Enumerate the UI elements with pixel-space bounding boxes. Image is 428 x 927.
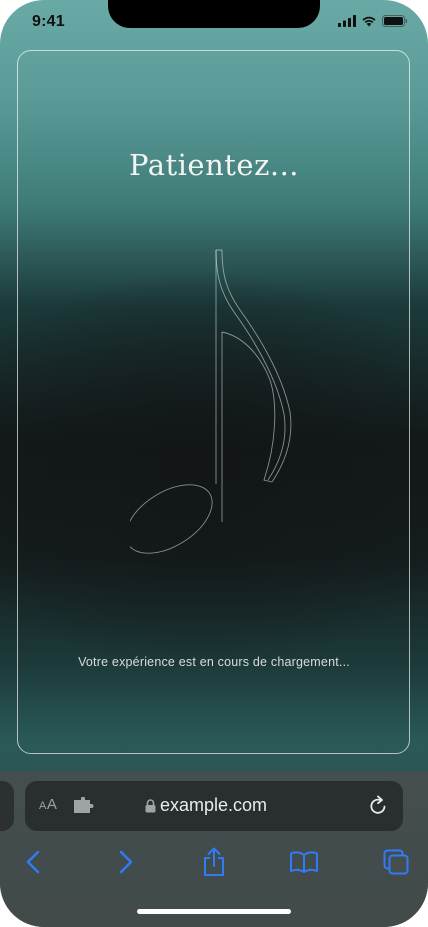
forward-icon — [119, 850, 133, 874]
signal-icon — [338, 15, 356, 27]
extension-icon[interactable] — [73, 797, 95, 815]
battery-icon — [382, 15, 408, 27]
share-icon — [204, 847, 224, 876]
phone-screen: 9:41 Patientez... Votre expérience est e… — [0, 0, 428, 927]
url-field[interactable]: example.com — [145, 795, 267, 816]
url-text: example.com — [160, 795, 268, 815]
back-button[interactable] — [18, 847, 48, 877]
status-time: 9:41 — [32, 13, 65, 30]
share-button[interactable] — [199, 847, 229, 877]
previous-tab-preview[interactable] — [0, 781, 14, 831]
forward-button[interactable] — [111, 847, 141, 877]
browser-toolbar: AA example.com — [0, 771, 428, 927]
back-icon — [26, 850, 40, 874]
status-icons — [338, 15, 408, 27]
music-note-icon — [130, 249, 292, 554]
tabs-button[interactable] — [381, 847, 411, 877]
home-indicator[interactable] — [137, 909, 291, 914]
wifi-icon — [362, 16, 376, 27]
loading-message: Votre expérience est en cours de chargem… — [78, 655, 350, 669]
bookmarks-button[interactable] — [289, 847, 319, 877]
lock-icon — [145, 798, 156, 812]
address-bar[interactable]: AA example.com — [25, 781, 403, 831]
status-bar: 9:41 — [0, 0, 428, 44]
text-size-button[interactable]: AA — [39, 796, 57, 813]
notch — [108, 0, 320, 28]
page-title: Patientez... — [128, 148, 300, 182]
tabs-icon — [383, 849, 409, 875]
text-size-large-label: A — [46, 796, 58, 813]
reload-icon[interactable] — [367, 795, 389, 817]
text-size-small-label: A — [39, 800, 47, 812]
bookmarks-icon — [290, 851, 318, 873]
